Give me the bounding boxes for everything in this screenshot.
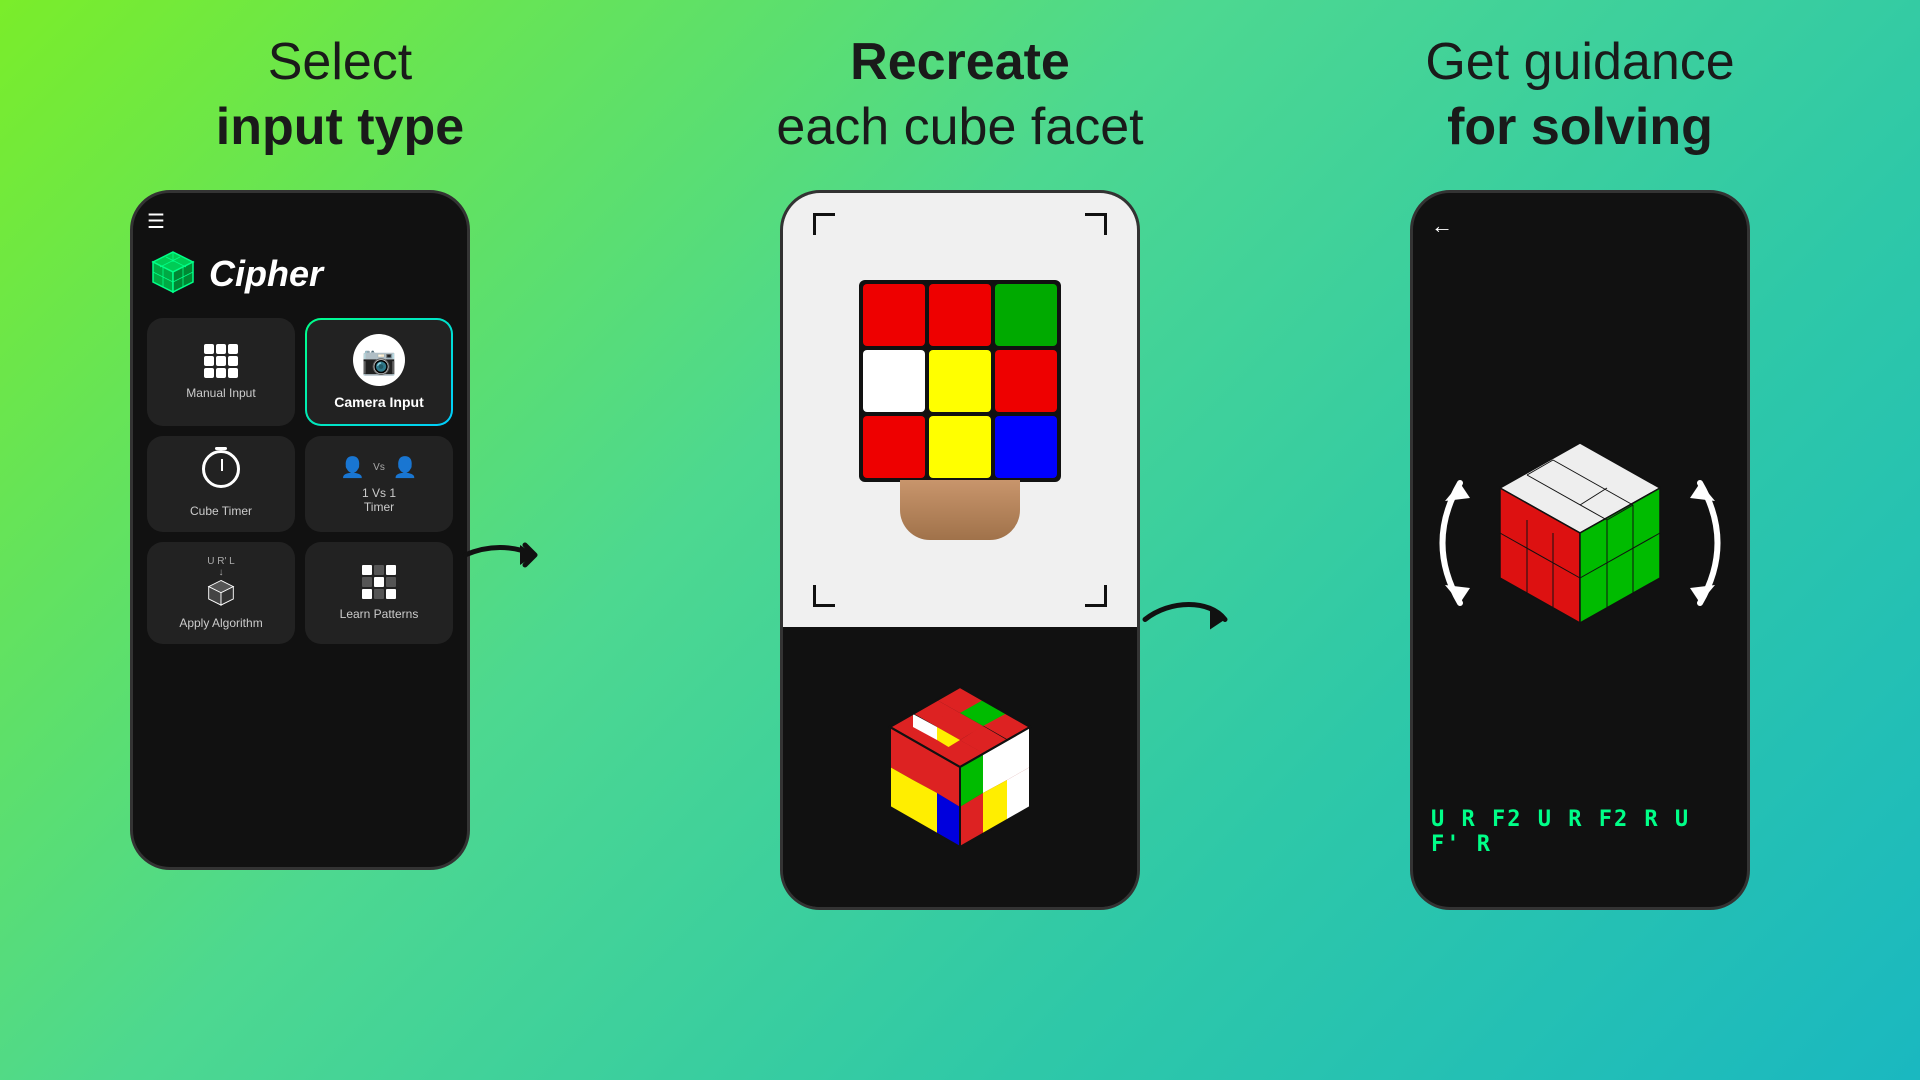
app-name-label: Cipher (209, 253, 323, 295)
btn-1vs1[interactable]: 👤 Vs 👤 1 Vs 1Timer (305, 436, 453, 532)
onevone-icon: 👤 Vs 👤 (340, 455, 417, 480)
phone2-cube-render (783, 627, 1137, 907)
arrow-1 (460, 530, 550, 580)
section-recreate-facet: Recreate each cube facet (680, 0, 1240, 1080)
btn-cube-timer[interactable]: Cube Timer (147, 436, 295, 532)
btn-apply-algo[interactable]: U R' L ↓ Apply Algorithm (147, 542, 295, 644)
btn-algo-label: Apply Algorithm (179, 616, 262, 630)
timer-icon (202, 450, 240, 496)
arrow-2 (1140, 590, 1240, 655)
cube-3d-svg (860, 667, 1060, 867)
hamburger-menu[interactable]: ☰ (147, 209, 453, 234)
phone-1: ☰ (130, 190, 470, 870)
btn-camera-label: Camera Input (334, 394, 423, 410)
algorithm-text: U R F2 U R F2 R U F' R (1431, 807, 1729, 857)
app-header: Cipher (147, 248, 453, 300)
btn-patterns-label: Learn Patterns (340, 607, 419, 621)
camera-icon: 📷 (353, 334, 405, 386)
left-arrow-rotate (1420, 473, 1480, 613)
back-button[interactable]: ← (1431, 213, 1453, 239)
headline-1: Select input type (216, 30, 464, 160)
app-buttons-grid: Manual Input 📷 Camera Input Cube Timer (147, 318, 453, 644)
solved-cube-svg (1450, 413, 1710, 673)
btn-timer-label: Cube Timer (190, 504, 252, 518)
rubik-face-scan (859, 280, 1061, 482)
rotating-cube-area (1450, 279, 1710, 807)
btn-manual-input[interactable]: Manual Input (147, 318, 295, 426)
btn-learn-patterns[interactable]: Learn Patterns (305, 542, 453, 644)
right-arrow-rotate (1680, 473, 1740, 613)
algo-icon: U R' L ↓ (205, 556, 237, 610)
headline-3: Get guidance for solving (1425, 30, 1734, 160)
section-guidance: Get guidance for solving ← (1240, 0, 1920, 1080)
btn-manual-label: Manual Input (186, 386, 255, 400)
btn-camera-input[interactable]: 📷 Camera Input (305, 318, 453, 426)
btn-1vs1-label: 1 Vs 1Timer (362, 486, 396, 514)
grid-icon (204, 344, 238, 378)
headline-2: Recreate each cube facet (776, 30, 1143, 160)
phone-2 (780, 190, 1140, 910)
phone2-camera-area (783, 193, 1137, 627)
phone-3: ← (1410, 190, 1750, 910)
cipher-logo (147, 248, 199, 300)
patterns-icon (362, 565, 396, 599)
section-select-input: Select input type ☰ (0, 0, 680, 1080)
